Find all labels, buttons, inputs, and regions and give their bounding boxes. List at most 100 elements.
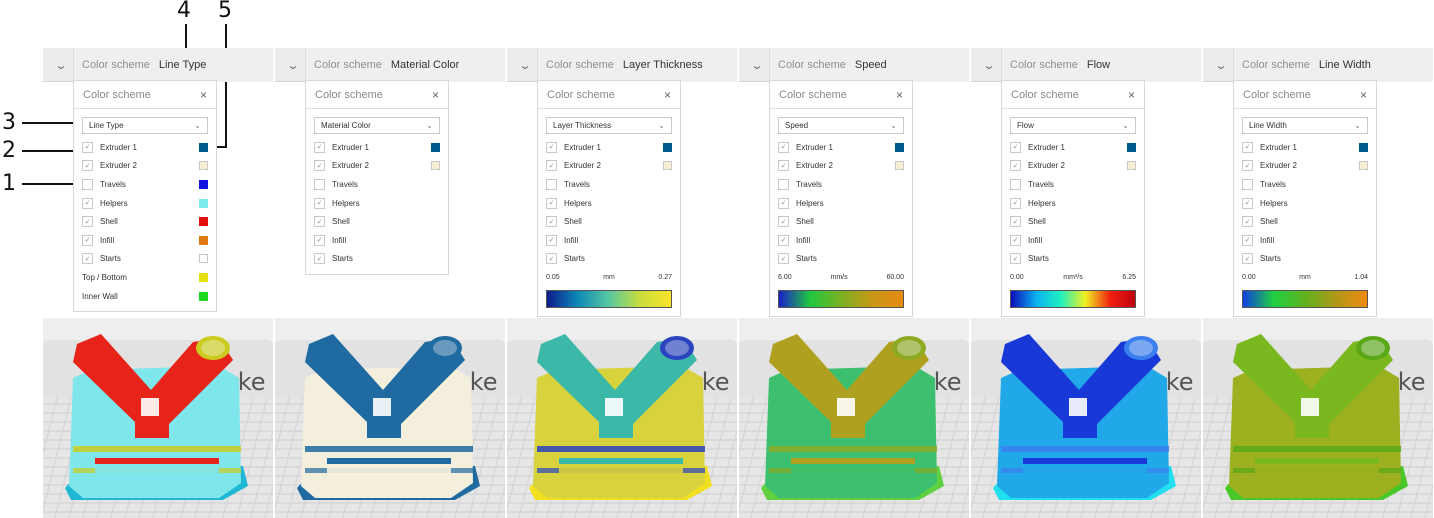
visibility-checkbox[interactable]: ✓ bbox=[778, 141, 789, 153]
visibility-checkbox[interactable]: ✓ bbox=[82, 141, 93, 153]
visibility-checkbox[interactable]: ✓ bbox=[546, 160, 557, 172]
visibility-checkbox[interactable]: ✓ bbox=[778, 216, 789, 228]
line-type-row[interactable]: ✓ Helpers bbox=[1002, 194, 1144, 213]
visibility-checkbox[interactable]: ✓ bbox=[546, 216, 557, 228]
line-type-row[interactable]: ✓ Extruder 2 bbox=[1234, 157, 1376, 176]
close-icon[interactable]: × bbox=[200, 88, 207, 102]
chevron-down-icon[interactable]: ⌄ bbox=[47, 48, 75, 82]
line-type-row[interactable]: ✓ Shell bbox=[74, 212, 216, 231]
line-type-row[interactable]: ✓ Helpers bbox=[306, 194, 448, 213]
color-scheme-select[interactable]: Layer Thickness ⌄ bbox=[546, 117, 672, 134]
line-type-row[interactable]: Inner Wall bbox=[74, 287, 216, 306]
visibility-checkbox[interactable]: ✓ bbox=[1242, 197, 1253, 209]
line-type-row[interactable]: ✓ Infill bbox=[1002, 231, 1144, 250]
visibility-checkbox[interactable]: ✓ bbox=[82, 216, 93, 228]
chevron-down-icon[interactable]: ⌄ bbox=[279, 48, 307, 82]
chevron-down-icon[interactable]: ⌄ bbox=[1207, 48, 1235, 82]
chevron-down-icon[interactable]: ⌄ bbox=[743, 48, 771, 82]
color-scheme-summary[interactable]: Color scheme Line Width bbox=[1233, 48, 1433, 82]
line-type-row[interactable]: ✓ Extruder 2 bbox=[74, 157, 216, 176]
line-type-row[interactable]: ✓ Starts bbox=[1234, 250, 1376, 269]
line-type-row[interactable]: ✓ Starts bbox=[538, 250, 680, 269]
line-type-row[interactable]: ✓ Starts bbox=[74, 250, 216, 269]
chevron-down-icon[interactable]: ⌄ bbox=[975, 48, 1003, 82]
visibility-checkbox[interactable]: ✓ bbox=[546, 141, 557, 153]
line-type-row[interactable]: Travels bbox=[538, 175, 680, 194]
color-scheme-toolbar[interactable]: ⌄ Color scheme Material Color bbox=[275, 48, 505, 82]
color-scheme-summary[interactable]: Color scheme Material Color bbox=[305, 48, 505, 82]
line-type-row[interactable]: ✓ Extruder 1 bbox=[538, 138, 680, 157]
line-type-row[interactable]: ✓ Starts bbox=[770, 250, 912, 269]
line-type-row[interactable]: ✓ Extruder 2 bbox=[538, 157, 680, 176]
line-type-row[interactable]: ✓ Infill bbox=[74, 231, 216, 250]
line-type-row[interactable]: ✓ Starts bbox=[306, 250, 448, 269]
line-type-row[interactable]: ✓ Extruder 2 bbox=[770, 157, 912, 176]
line-type-row[interactable]: ✓ Extruder 1 bbox=[1234, 138, 1376, 157]
color-scheme-summary[interactable]: Color scheme Flow bbox=[1001, 48, 1201, 82]
color-scheme-toolbar[interactable]: ⌄ Color scheme Line Width bbox=[1203, 48, 1433, 82]
visibility-checkbox[interactable] bbox=[1242, 178, 1253, 190]
line-type-row[interactable]: Travels bbox=[1002, 175, 1144, 194]
visibility-checkbox[interactable]: ✓ bbox=[1010, 234, 1021, 246]
color-scheme-select[interactable]: Line Type ⌄ bbox=[82, 117, 208, 134]
visibility-checkbox[interactable]: ✓ bbox=[546, 234, 557, 246]
line-type-row[interactable]: ✓ Extruder 1 bbox=[306, 138, 448, 157]
visibility-checkbox[interactable]: ✓ bbox=[1242, 234, 1253, 246]
line-type-row[interactable]: ✓ Extruder 2 bbox=[1002, 157, 1144, 176]
line-type-row[interactable]: ✓ Infill bbox=[770, 231, 912, 250]
color-scheme-select[interactable]: Line Width ⌄ bbox=[1242, 117, 1368, 134]
visibility-checkbox[interactable]: ✓ bbox=[1010, 253, 1021, 265]
close-icon[interactable]: × bbox=[1360, 88, 1367, 102]
line-type-row[interactable]: ✓ Shell bbox=[1002, 212, 1144, 231]
line-type-row[interactable]: ✓ Shell bbox=[770, 212, 912, 231]
visibility-checkbox[interactable] bbox=[314, 178, 325, 190]
close-icon[interactable]: × bbox=[1128, 88, 1135, 102]
line-type-row[interactable]: ✓ Extruder 1 bbox=[74, 138, 216, 157]
chevron-down-icon[interactable]: ⌄ bbox=[511, 48, 539, 82]
visibility-checkbox[interactable]: ✓ bbox=[778, 197, 789, 209]
visibility-checkbox[interactable]: ✓ bbox=[314, 160, 325, 172]
visibility-checkbox[interactable]: ✓ bbox=[1010, 160, 1021, 172]
visibility-checkbox[interactable]: ✓ bbox=[82, 160, 93, 172]
line-type-row[interactable]: ✓ Infill bbox=[1234, 231, 1376, 250]
line-type-row[interactable]: ✓ Helpers bbox=[770, 194, 912, 213]
visibility-checkbox[interactable]: ✓ bbox=[82, 234, 93, 246]
visibility-checkbox[interactable]: ✓ bbox=[1242, 160, 1253, 172]
visibility-checkbox[interactable] bbox=[1010, 178, 1021, 190]
color-scheme-summary[interactable]: Color scheme Speed bbox=[769, 48, 969, 82]
visibility-checkbox[interactable]: ✓ bbox=[314, 253, 325, 265]
model-viewport[interactable]: ake bbox=[43, 318, 273, 518]
model-viewport[interactable]: ake bbox=[507, 318, 737, 518]
color-scheme-toolbar[interactable]: ⌄ Color scheme Flow bbox=[971, 48, 1201, 82]
line-type-row[interactable]: Travels bbox=[74, 175, 216, 194]
model-viewport[interactable]: ake bbox=[971, 318, 1201, 518]
visibility-checkbox[interactable]: ✓ bbox=[546, 253, 557, 265]
color-scheme-summary[interactable]: Color scheme Line Type bbox=[73, 48, 273, 82]
color-scheme-toolbar[interactable]: ⌄ Color scheme Layer Thickness bbox=[507, 48, 737, 82]
visibility-checkbox[interactable]: ✓ bbox=[314, 234, 325, 246]
color-scheme-toolbar[interactable]: ⌄ Color scheme Speed bbox=[739, 48, 969, 82]
line-type-row[interactable]: Top / Bottom bbox=[74, 268, 216, 287]
visibility-checkbox[interactable]: ✓ bbox=[314, 197, 325, 209]
line-type-row[interactable]: Travels bbox=[770, 175, 912, 194]
visibility-checkbox[interactable]: ✓ bbox=[1010, 197, 1021, 209]
line-type-row[interactable]: ✓ Helpers bbox=[74, 194, 216, 213]
line-type-row[interactable]: ✓ Starts bbox=[1002, 250, 1144, 269]
close-icon[interactable]: × bbox=[664, 88, 671, 102]
visibility-checkbox[interactable] bbox=[778, 178, 789, 190]
visibility-checkbox[interactable] bbox=[82, 178, 93, 190]
visibility-checkbox[interactable]: ✓ bbox=[82, 197, 93, 209]
line-type-row[interactable]: Travels bbox=[306, 175, 448, 194]
visibility-checkbox[interactable]: ✓ bbox=[1242, 216, 1253, 228]
visibility-checkbox[interactable]: ✓ bbox=[1010, 141, 1021, 153]
visibility-checkbox[interactable] bbox=[546, 178, 557, 190]
model-viewport[interactable]: ake bbox=[739, 318, 969, 518]
visibility-checkbox[interactable]: ✓ bbox=[778, 160, 789, 172]
line-type-row[interactable]: ✓ Extruder 2 bbox=[306, 157, 448, 176]
visibility-checkbox[interactable]: ✓ bbox=[1242, 141, 1253, 153]
color-scheme-select[interactable]: Material Color ⌄ bbox=[314, 117, 440, 134]
line-type-row[interactable]: ✓ Helpers bbox=[538, 194, 680, 213]
line-type-row[interactable]: ✓ Shell bbox=[306, 212, 448, 231]
close-icon[interactable]: × bbox=[432, 88, 439, 102]
color-scheme-select[interactable]: Flow ⌄ bbox=[1010, 117, 1136, 134]
